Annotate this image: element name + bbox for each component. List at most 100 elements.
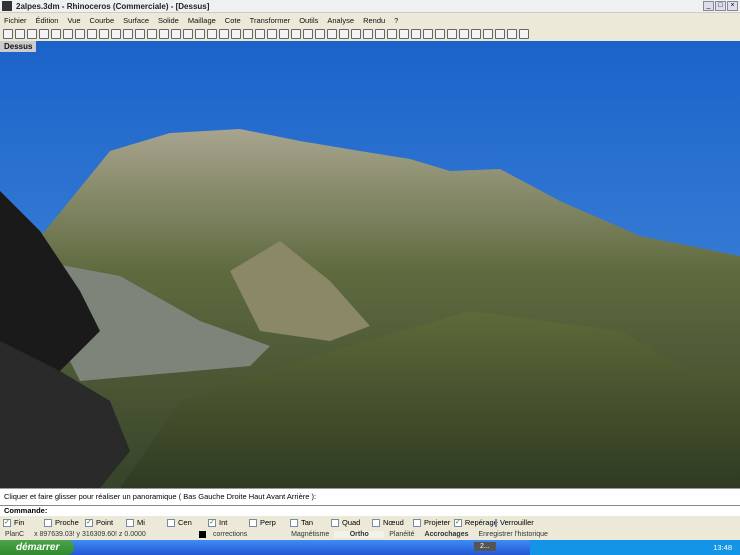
toolbar-button-icon[interactable] [27, 29, 37, 39]
toolbar-button-icon[interactable] [255, 29, 265, 39]
toolbar-button-icon[interactable] [15, 29, 25, 39]
toolbar-button-icon[interactable] [519, 29, 529, 39]
toolbar-button-icon[interactable] [471, 29, 481, 39]
toolbar-button-icon[interactable] [495, 29, 505, 39]
toolbar-button-icon[interactable] [159, 29, 169, 39]
osnap-8[interactable]: Quad [328, 518, 369, 527]
toolbar-button-icon[interactable] [171, 29, 181, 39]
osnap-10[interactable]: Projeter [410, 518, 451, 527]
toolbar-button-icon[interactable] [435, 29, 445, 39]
toolbar-button-icon[interactable] [75, 29, 85, 39]
toolbar-button-icon[interactable] [87, 29, 97, 39]
toolbar-button-icon[interactable] [111, 29, 121, 39]
toolbar-button-icon[interactable] [303, 29, 313, 39]
menu-1[interactable]: Édition [36, 16, 59, 25]
checkbox[interactable] [331, 519, 339, 527]
toolbar-button-icon[interactable] [399, 29, 409, 39]
osnap-label: Fin [14, 518, 24, 527]
command-input[interactable]: Commande: [0, 505, 740, 516]
toolbar-button-icon[interactable] [351, 29, 361, 39]
taskbar-item[interactable]: 2... [474, 542, 496, 551]
magnetisme-toggle[interactable]: Magnétisme [286, 531, 334, 538]
checkbox[interactable]: ✓ [3, 519, 11, 527]
toolbar-button-icon[interactable] [327, 29, 337, 39]
historique-toggle[interactable]: Enregistrer l'historique [473, 531, 552, 538]
osnap-6[interactable]: Perp [246, 518, 287, 527]
menu-11[interactable]: Rendu [363, 16, 385, 25]
minimize-button[interactable]: _ [703, 1, 714, 11]
ortho-toggle[interactable]: Ortho [334, 531, 384, 538]
toolbar-button-icon[interactable] [219, 29, 229, 39]
toolbar-button-icon[interactable] [375, 29, 385, 39]
menu-4[interactable]: Surface [123, 16, 149, 25]
checkbox[interactable] [495, 519, 497, 527]
toolbar-button-icon[interactable] [339, 29, 349, 39]
viewport-dessus[interactable]: Dessus [0, 41, 740, 488]
toolbar-button-icon[interactable] [123, 29, 133, 39]
osnap-12[interactable]: Verrouiller [492, 518, 533, 527]
toolbar-button-icon[interactable] [147, 29, 157, 39]
toolbar-button-icon[interactable] [411, 29, 421, 39]
menu-7[interactable]: Cote [225, 16, 241, 25]
planeite-toggle[interactable]: Planéité [384, 531, 419, 538]
accrochages-toggle[interactable]: Accrochages [420, 531, 474, 538]
toolbar-button-icon[interactable] [447, 29, 457, 39]
maximize-button[interactable]: □ [715, 1, 726, 11]
toolbar-button-icon[interactable] [483, 29, 493, 39]
menu-0[interactable]: Fichier [4, 16, 27, 25]
menu-3[interactable]: Courbe [90, 16, 115, 25]
viewport-label[interactable]: Dessus [0, 41, 36, 52]
checkbox[interactable]: ✓ [85, 519, 93, 527]
toolbar-button-icon[interactable] [267, 29, 277, 39]
osnap-1[interactable]: Proche [41, 518, 82, 527]
toolbar-button-icon[interactable] [183, 29, 193, 39]
checkbox[interactable] [372, 519, 380, 527]
current-layer[interactable]: corrections [194, 531, 279, 538]
menu-5[interactable]: Solide [158, 16, 179, 25]
osnap-3[interactable]: Mi [123, 518, 164, 527]
toolbar-button-icon[interactable] [39, 29, 49, 39]
toolbar-button-icon[interactable] [3, 29, 13, 39]
close-button[interactable]: × [727, 1, 738, 11]
toolbar-button-icon[interactable] [507, 29, 517, 39]
checkbox[interactable] [44, 519, 52, 527]
checkbox[interactable]: ✓ [454, 519, 462, 527]
checkbox[interactable] [167, 519, 175, 527]
osnap-label: Proche [55, 518, 79, 527]
checkbox[interactable] [126, 519, 134, 527]
checkbox[interactable] [290, 519, 298, 527]
checkbox[interactable]: ✓ [208, 519, 216, 527]
osnap-11[interactable]: ✓Repérage [451, 518, 492, 527]
toolbar-button-icon[interactable] [291, 29, 301, 39]
menu-12[interactable]: ? [394, 16, 398, 25]
system-tray: 13:48 [530, 540, 740, 555]
toolbar-button-icon[interactable] [51, 29, 61, 39]
start-button[interactable]: démarrer [0, 540, 74, 555]
checkbox[interactable] [413, 519, 421, 527]
toolbar-button-icon[interactable] [279, 29, 289, 39]
menu-10[interactable]: Analyse [327, 16, 354, 25]
osnap-2[interactable]: ✓Point [82, 518, 123, 527]
toolbar-button-icon[interactable] [63, 29, 73, 39]
toolbar-button-icon[interactable] [99, 29, 109, 39]
toolbar-button-icon[interactable] [423, 29, 433, 39]
toolbar-button-icon[interactable] [135, 29, 145, 39]
osnap-7[interactable]: Tan [287, 518, 328, 527]
osnap-9[interactable]: Nœud [369, 518, 410, 527]
toolbar-button-icon[interactable] [207, 29, 217, 39]
checkbox[interactable] [249, 519, 257, 527]
toolbar-button-icon[interactable] [363, 29, 373, 39]
osnap-5[interactable]: ✓Int [205, 518, 246, 527]
menu-8[interactable]: Transformer [250, 16, 291, 25]
toolbar-button-icon[interactable] [243, 29, 253, 39]
toolbar-button-icon[interactable] [315, 29, 325, 39]
osnap-4[interactable]: Cen [164, 518, 205, 527]
osnap-0[interactable]: ✓Fin [0, 518, 41, 527]
menu-9[interactable]: Outils [299, 16, 318, 25]
menu-6[interactable]: Maillage [188, 16, 216, 25]
toolbar-button-icon[interactable] [387, 29, 397, 39]
toolbar-button-icon[interactable] [195, 29, 205, 39]
menu-2[interactable]: Vue [67, 16, 80, 25]
toolbar-button-icon[interactable] [459, 29, 469, 39]
toolbar-button-icon[interactable] [231, 29, 241, 39]
